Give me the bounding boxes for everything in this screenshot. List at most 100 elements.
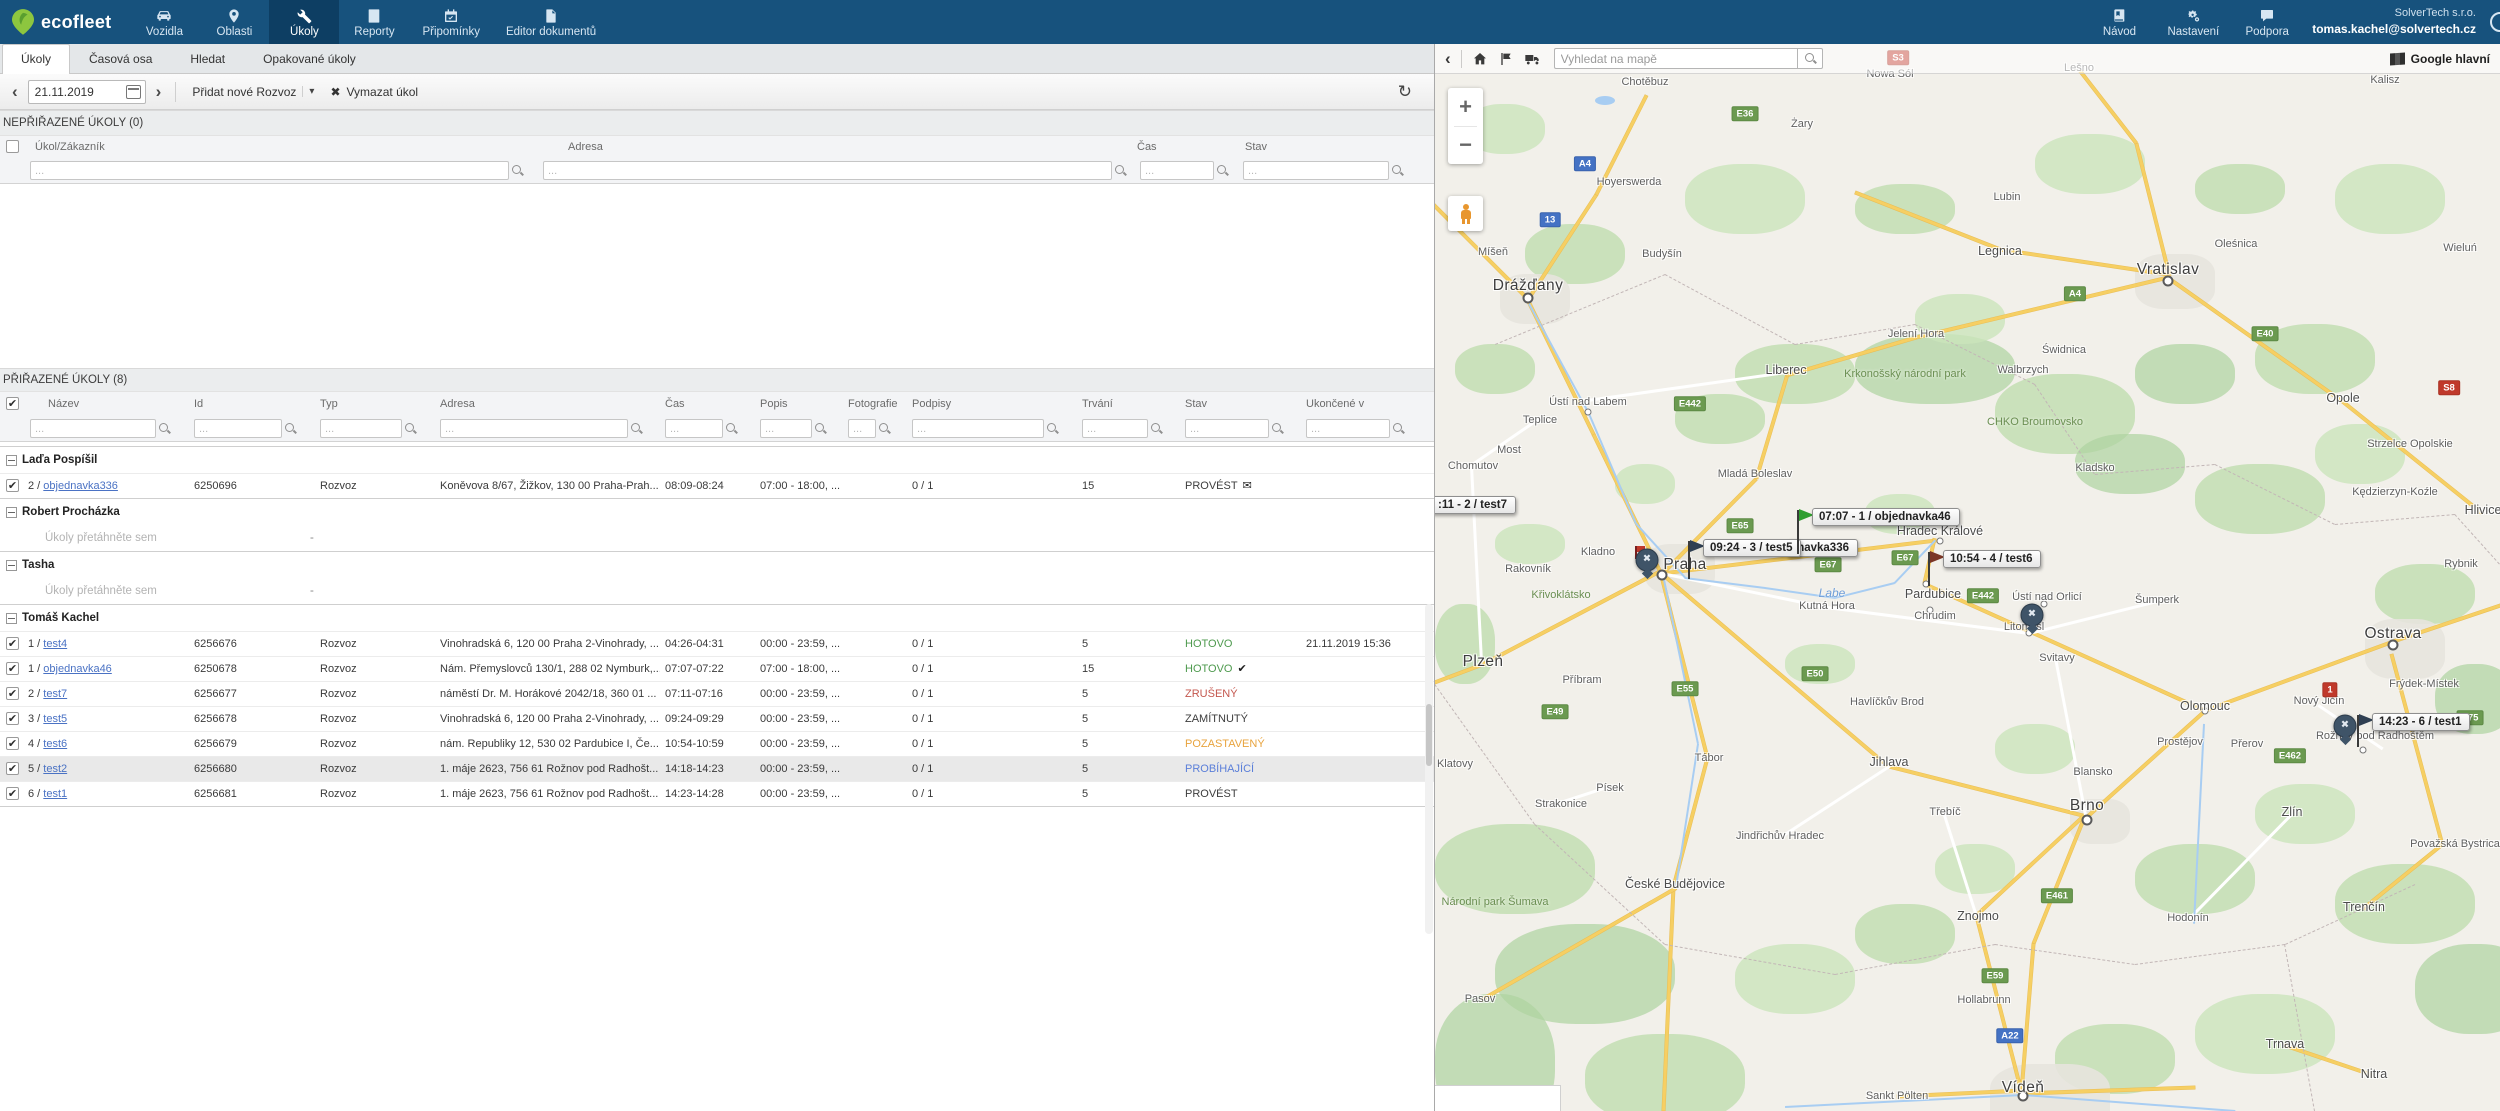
task-row-objednavka46[interactable]: ✔1 / objednavka466250678RozvozNám. Přemy… [0,656,1434,681]
nav-item-reporty[interactable]: Reporty [339,0,409,44]
column-header-popis[interactable]: Popis [760,398,788,410]
column-header-ukon-en-v[interactable]: Ukončené v [1306,398,1364,410]
map-canvas[interactable]: ChotěbuzNowa SólLešnoKaliszŻaryHoyerswer… [1435,44,2500,1111]
logout-icon[interactable] [2490,12,2500,32]
zoom-in-button[interactable]: + [1448,88,1483,126]
cancelled-task-pin[interactable]: ✖ [1636,549,1659,572]
task-checkbox[interactable]: ✔ [6,787,19,800]
collapse-group-icon[interactable] [6,613,17,624]
column-header-adresa[interactable]: Adresa [568,141,603,153]
filter-input-adresa[interactable] [543,161,1112,180]
nav-item-editor-dokument[interactable]: Editor dokumentů [493,0,609,44]
flag-icon[interactable] [1498,51,1514,67]
nav-item-nastaven[interactable]: Nastavení [2154,0,2232,44]
filter-input-trv-n[interactable] [1082,419,1148,438]
nav-item-p-ipom-nky[interactable]: Připomínky [409,0,493,44]
zoom-out-button[interactable]: − [1448,127,1483,165]
drop-hint-row[interactable]: Úkoly přetáhněte sem- [0,525,1434,551]
next-day-button[interactable]: › [154,83,164,100]
task-row-test4[interactable]: ✔1 / test46256676RozvozVinohradská 6, 12… [0,631,1434,656]
home-icon[interactable] [1472,51,1488,67]
date-input[interactable] [33,84,111,100]
brand-logo[interactable]: ecofleet [0,0,129,44]
task-checkbox[interactable]: ✔ [6,687,19,700]
column-header-podpisy[interactable]: Podpisy [912,398,951,410]
task-row-test5[interactable]: ✔3 / test56256678RozvozVinohradská 6, 12… [0,706,1434,731]
add-task-button[interactable]: Přidat nové Rozvoz ▾ [188,82,318,102]
filter-input-typ[interactable] [320,419,402,438]
task-row-test7[interactable]: ✔2 / test76256677Rozvoznáměstí Dr. M. Ho… [0,681,1434,706]
collapse-group-icon[interactable] [6,560,17,571]
filter-input-stav[interactable] [1185,419,1269,438]
task-link[interactable]: test6 [43,738,67,750]
task-link[interactable]: test5 [43,713,67,725]
column-header-as[interactable]: Čas [665,398,685,410]
task-row-test1[interactable]: ✔6 / test16256681Rozvoz1. máje 2623, 756… [0,781,1434,806]
task-checkbox[interactable]: ✔ [6,762,19,775]
task-marker-label[interactable]: 14:23 - 6 / test1 [2372,713,2470,731]
task-link[interactable]: objednavka336 [43,480,118,492]
tab-opakovan-koly[interactable]: Opakované úkoly [244,44,375,73]
column-header-stav[interactable]: Stav [1185,398,1207,410]
column-header-adresa[interactable]: Adresa [440,398,475,410]
filter-input-kol-z-kazn-k[interactable] [30,161,509,180]
column-header-trv-n[interactable]: Trvání [1082,398,1113,410]
task-checkbox[interactable]: ✔ [6,737,19,750]
task-checkbox[interactable]: ✔ [6,712,19,725]
collapse-group-icon[interactable] [6,507,17,518]
prev-day-button[interactable]: ‹ [10,83,20,100]
scrollbar-handle[interactable] [1426,704,1432,766]
group-row-la-a-posp-il[interactable]: Laďa Pospíšil [0,446,1434,473]
column-header-stav[interactable]: Stav [1245,141,1267,153]
tab-hledat[interactable]: Hledat [171,44,244,73]
task-checkbox[interactable]: ✔ [6,479,19,492]
task-link[interactable]: test2 [43,763,67,775]
group-row-robert-proch-zka[interactable]: Robert Procházka [0,498,1434,525]
task-marker-label[interactable]: 10:54 - 4 / test6 [1943,550,2041,568]
filter-input-ukon-en-v[interactable] [1306,419,1390,438]
filter-input-stav[interactable] [1243,161,1389,180]
filter-input-n-zev[interactable] [30,419,156,438]
task-link[interactable]: test7 [43,688,67,700]
filter-input-popis[interactable] [760,419,812,438]
map-search-input[interactable] [1554,48,1797,69]
account-info[interactable]: SolverTech s.r.o. tomas.kachel@solvertec… [2302,0,2490,44]
panel-scrollbar[interactable] [1425,604,1433,934]
nav-item-podpora[interactable]: Podpora [2232,0,2302,44]
nav-item-n-vod[interactable]: Návod [2084,0,2154,44]
nav-item-vozidla[interactable]: Vozidla [129,0,199,44]
filter-input-podpisy[interactable] [912,419,1044,438]
task-row-objednavka336[interactable]: ✔2 / objednavka3366250696RozvozKoněvova … [0,473,1434,498]
filter-input-fotografie[interactable] [848,419,876,438]
task-marker-label[interactable]: 07:07 - 1 / objednavka46 [1812,508,1960,526]
column-header-n-zev[interactable]: Název [48,398,79,410]
chevron-down-icon[interactable]: ▾ [302,86,314,97]
group-row-tasha[interactable]: Tasha [0,551,1434,578]
nav-item-koly[interactable]: Úkoly [269,0,339,44]
cancelled-task-pin[interactable]: ✖ [2334,715,2357,738]
column-header-as[interactable]: Čas [1137,141,1157,153]
select-all-checkbox[interactable]: ✔ [6,397,19,410]
map-search-button[interactable] [1797,48,1823,69]
task-checkbox[interactable]: ✔ [6,637,19,650]
refresh-icon[interactable]: ↻ [1398,82,1412,102]
collapse-group-icon[interactable] [6,455,17,466]
map-layer-button[interactable]: Google hlavní [2390,52,2490,66]
column-header-kol-z-kazn-k[interactable]: Úkol/Zákazník [35,141,105,153]
clear-task-button[interactable]: ✖ Vymazat úkol [326,82,422,102]
column-header-fotografie[interactable]: Fotografie [848,398,898,410]
filter-input-as[interactable] [1140,161,1214,180]
filter-input-as[interactable] [665,419,723,438]
drop-hint-row[interactable]: Úkoly přetáhněte sem- [0,578,1434,604]
filter-input-id[interactable] [194,419,282,438]
group-row-tom-kachel[interactable]: Tomáš Kachel [0,604,1434,631]
task-link[interactable]: objednavka46 [43,663,112,675]
column-header-typ[interactable]: Typ [320,398,338,410]
truck-icon[interactable] [1524,51,1540,67]
calendar-icon[interactable] [126,85,141,99]
nav-item-oblasti[interactable]: Oblasti [199,0,269,44]
task-checkbox[interactable]: ✔ [6,662,19,675]
collapse-panel-icon[interactable]: ‹ [1445,49,1451,69]
tab-asov-osa[interactable]: Časová osa [70,44,171,73]
date-picker[interactable] [28,80,146,104]
